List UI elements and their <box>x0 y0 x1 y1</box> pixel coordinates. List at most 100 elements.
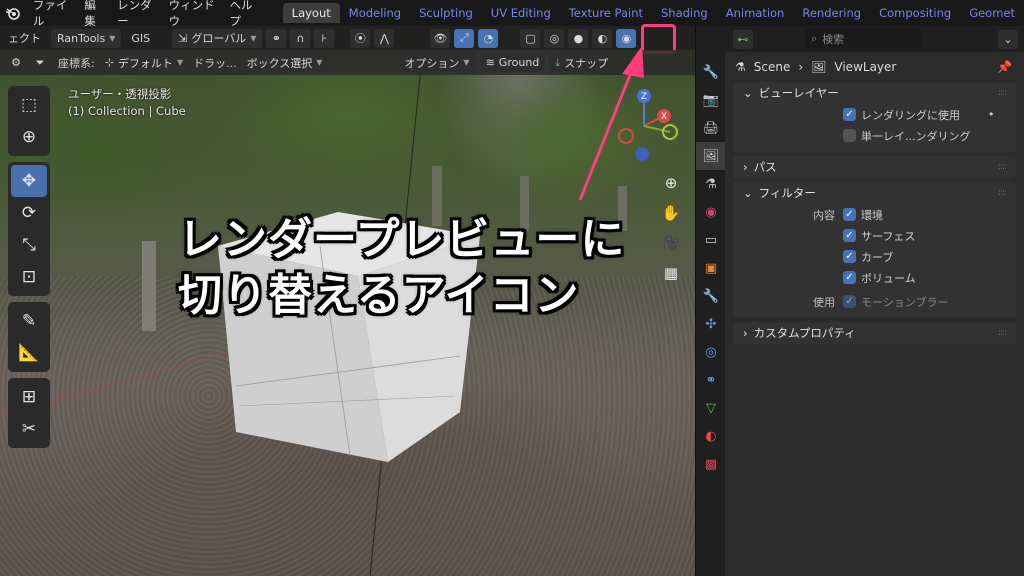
object-tab-icon[interactable]: ▣ <box>696 254 726 282</box>
tool-extra-icon[interactable]: ✂ <box>11 413 47 445</box>
tab-rendering[interactable]: Rendering <box>793 3 870 23</box>
measure-icon[interactable]: 📐 <box>11 337 47 369</box>
keyframe-dot-icon[interactable]: • <box>988 108 995 121</box>
rotate-icon[interactable]: ⟳ <box>11 197 47 229</box>
tab-geometry[interactable]: Geomet <box>960 3 1024 23</box>
overlays-icon[interactable]: ◔ <box>478 28 499 48</box>
row-volumes[interactable]: ✓ ボリューム <box>733 267 1016 288</box>
falloff-icon[interactable]: ⋀ <box>374 28 395 48</box>
checkbox-checked-icon[interactable]: ✓ <box>843 108 856 121</box>
checkbox-checked-icon[interactable]: ✓ <box>843 271 856 284</box>
cursor-icon[interactable]: ⊕ <box>11 121 47 153</box>
checkbox-unchecked-icon[interactable] <box>843 129 856 142</box>
checkbox-checked-icon[interactable]: ✓ <box>843 295 856 308</box>
object-menu[interactable]: ェクト <box>2 29 47 48</box>
row-use-for-rendering[interactable]: ✓ レンダリングに使用 • <box>733 104 1016 125</box>
checkbox-checked-icon[interactable]: ✓ <box>843 250 856 263</box>
snap-target-icon[interactable]: ⊦ <box>314 28 335 48</box>
tab-compositing[interactable]: Compositing <box>870 3 960 23</box>
panel-header-custom[interactable]: › カスタムプロパティ:::: <box>733 322 1016 344</box>
rantools-dropdown[interactable]: RanTools ▼ <box>51 28 122 48</box>
menu-help[interactable]: ヘルプ <box>223 0 265 26</box>
menu-file[interactable]: ファイル <box>26 0 78 26</box>
tool-tab-icon[interactable]: 🔧 <box>696 58 726 86</box>
blender-logo-icon[interactable] <box>0 0 26 26</box>
texture-tab-icon[interactable]: ▩ <box>696 450 726 478</box>
editor-type-icon[interactable] <box>696 26 726 52</box>
scene-tab-icon[interactable]: ⚗ <box>696 170 726 198</box>
grip-icon[interactable]: :::: <box>998 88 1007 98</box>
data-tab-icon[interactable]: ▽ <box>696 394 726 422</box>
collection-tab-icon[interactable]: ▭ <box>696 226 726 254</box>
grip-icon[interactable]: :::: <box>998 162 1007 172</box>
checkbox-checked-icon[interactable]: ✓ <box>843 229 856 242</box>
camera-view-icon[interactable]: 🎥 <box>658 230 684 256</box>
breadcrumb-scene[interactable]: Scene <box>754 60 791 74</box>
world-tab-icon[interactable]: ◉ <box>696 198 726 226</box>
row-curves[interactable]: ✓ カーブ <box>733 246 1016 267</box>
output-tab-icon[interactable]: 🖨 <box>696 114 726 142</box>
filter-icon[interactable]: ⏷ <box>30 53 50 72</box>
menu-window[interactable]: ウィンドウ <box>162 0 223 26</box>
main-menu: ファイル 編集 レンダー ウィンドウ ヘルプ <box>26 0 265 26</box>
options-chevron-icon[interactable]: ⌄ <box>998 30 1018 49</box>
menu-render[interactable]: レンダー <box>110 0 162 26</box>
panel-header-filter[interactable]: ⌄ フィルター:::: <box>733 182 1016 204</box>
ortho-grid-icon[interactable]: ▦ <box>658 260 684 286</box>
row-single-layer[interactable]: 単一レイ...ンダリング <box>733 125 1016 146</box>
transform-icon[interactable]: ⊡ <box>11 261 47 293</box>
checkbox-checked-icon[interactable]: ✓ <box>843 208 856 221</box>
panel-header-passes[interactable]: › パス:::: <box>733 156 1016 178</box>
breadcrumb-layer[interactable]: ViewLayer <box>834 60 896 74</box>
menu-edit[interactable]: 編集 <box>77 0 110 26</box>
material-tab-icon[interactable]: ◐ <box>696 422 726 450</box>
snap-magnet-icon[interactable]: ∩ <box>290 28 311 48</box>
gis-menu[interactable]: GIS <box>125 29 156 48</box>
tab-texture-paint[interactable]: Texture Paint <box>560 3 652 23</box>
modifier-tab-icon[interactable]: 🔧 <box>696 282 726 310</box>
gizmo-toggle-icon[interactable]: ⤢ <box>454 28 475 48</box>
coord-dropdown[interactable]: ⊹ デフォルト ▼ <box>98 53 190 72</box>
transform-orientation-dropdown[interactable]: ⇲ グローバル ▼ <box>172 28 263 48</box>
row-surfaces[interactable]: ✓ サーフェス <box>733 225 1016 246</box>
row-motion-blur[interactable]: 使用 ✓ モーションブラー <box>733 291 1016 312</box>
particles-tab-icon[interactable]: ✣ <box>696 310 726 338</box>
properties-header: ⊷ ⌕ 検索 ⌄ <box>725 26 1024 52</box>
workspace-tabs: Layout Modeling Sculpting UV Editing Tex… <box>282 0 1024 26</box>
constraints-tab-icon[interactable]: ⚭ <box>696 366 726 394</box>
gear-icon[interactable]: ⚙ <box>6 53 26 72</box>
proportional-edit-icon[interactable]: ⦿ <box>350 28 371 48</box>
tab-animation[interactable]: Animation <box>717 3 794 23</box>
select-box-icon[interactable]: ⬚ <box>11 89 47 121</box>
tab-modeling[interactable]: Modeling <box>340 3 410 23</box>
tab-uv-editing[interactable]: UV Editing <box>482 3 560 23</box>
include-label: 内容 <box>813 208 835 222</box>
pivot-point-icon[interactable]: ⚭ <box>266 28 287 48</box>
options-dropdown[interactable]: オプション ▼ <box>398 53 476 72</box>
xray-icon[interactable]: ▢ <box>520 28 541 48</box>
panel-header-view-layer[interactable]: ⌄ ビューレイヤー:::: <box>733 82 1016 104</box>
annotate-icon[interactable]: ✎ <box>11 305 47 337</box>
panel-filter: ⌄ フィルター:::: 内容 ✓ 環境 ✓ サーフェス ✓ カーブ ✓ ボリューム 使用 ✓ モ… <box>733 182 1016 318</box>
properties-search[interactable]: ⌕ 検索 <box>805 29 921 48</box>
volumes-label: ボリューム <box>861 271 916 285</box>
editor-toggle-icon[interactable]: ⊷ <box>733 29 753 49</box>
scale-icon[interactable]: ⤡ <box>11 229 47 261</box>
row-environment[interactable]: 内容 ✓ 環境 <box>733 204 1016 225</box>
chevron-down-icon: ▼ <box>463 58 470 67</box>
drag-dropdown[interactable]: ボックス選択 ▼ <box>240 53 329 72</box>
panel-title: カスタムプロパティ <box>753 326 856 340</box>
tab-sculpting[interactable]: Sculpting <box>410 3 482 23</box>
grip-icon[interactable]: :::: <box>998 188 1007 198</box>
tab-shading[interactable]: Shading <box>652 3 717 23</box>
render-tab-icon[interactable]: 📷 <box>696 86 726 114</box>
grip-icon[interactable]: :::: <box>998 328 1007 338</box>
add-cube-icon[interactable]: ⊞ <box>11 381 47 413</box>
move-icon[interactable]: ✥ <box>11 165 47 197</box>
visibility-eye-icon[interactable]: 👁 <box>430 28 451 48</box>
tab-layout[interactable]: Layout <box>282 3 340 23</box>
view-layer-tab-icon[interactable]: 🖼 <box>696 142 726 170</box>
pin-icon[interactable]: 📌 <box>997 60 1012 74</box>
ground-button[interactable]: ≋ Ground <box>479 53 546 72</box>
physics-tab-icon[interactable]: ◎ <box>696 338 726 366</box>
